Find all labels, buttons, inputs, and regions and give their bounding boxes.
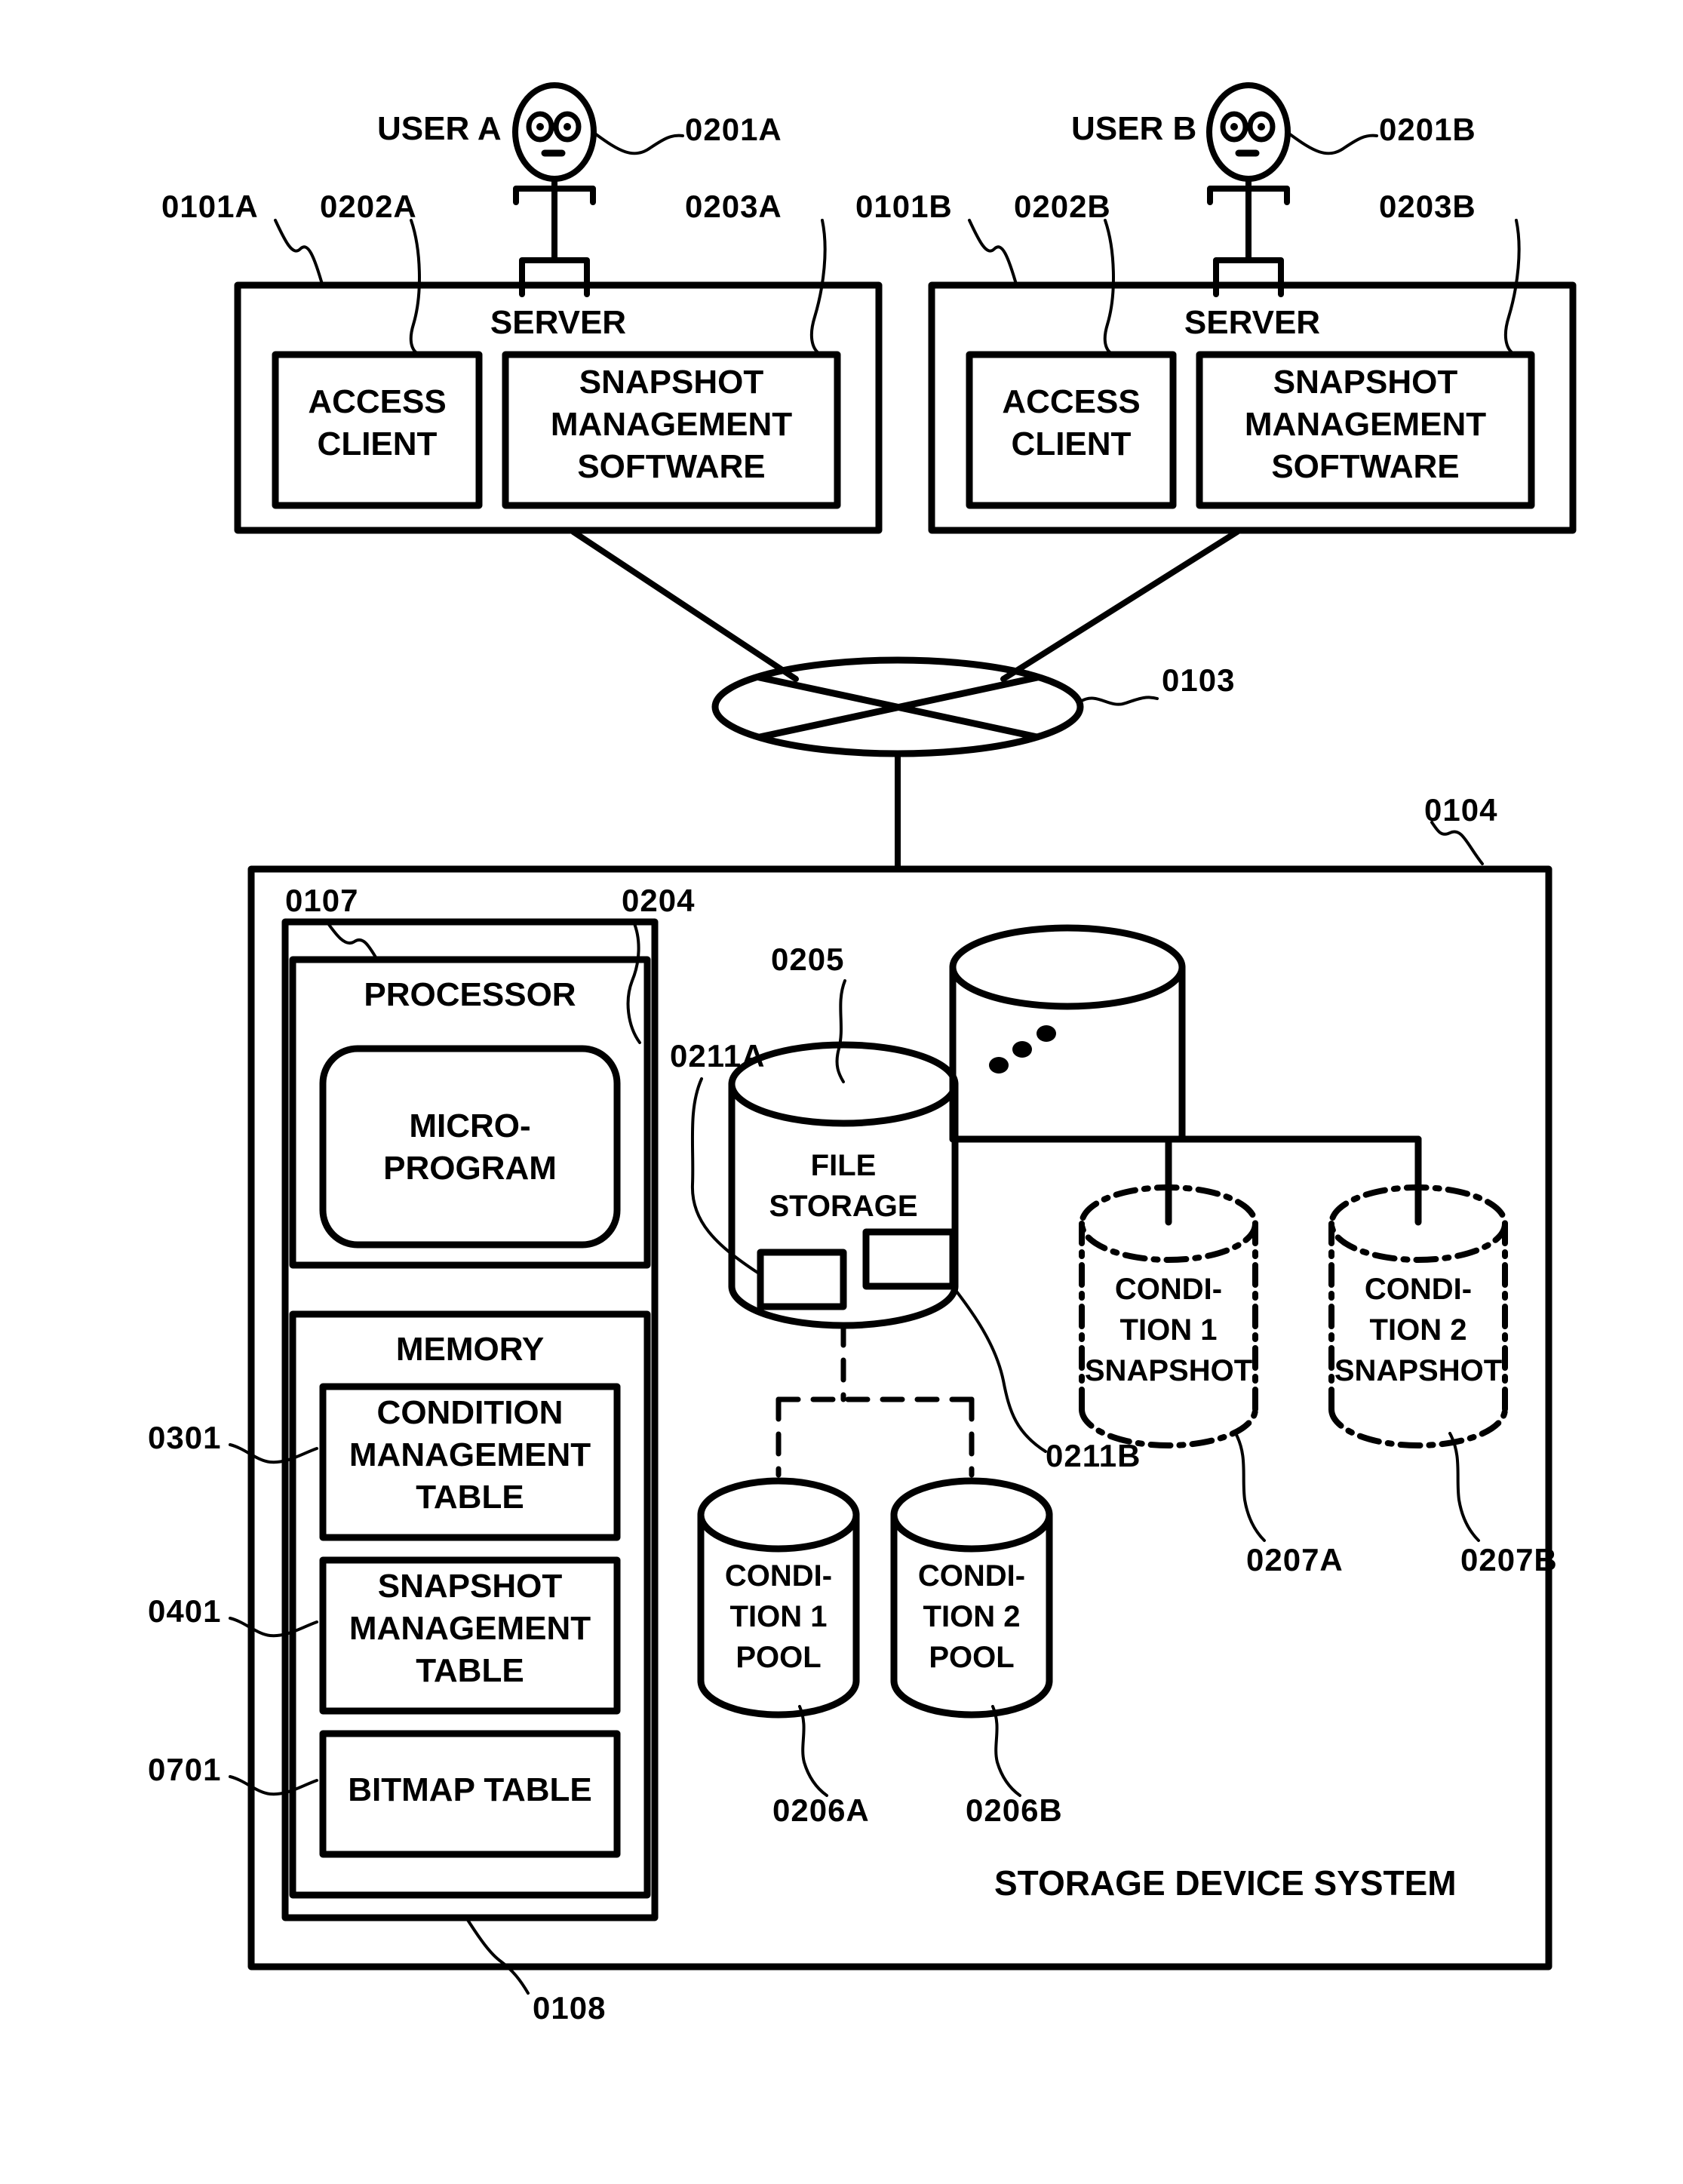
access-client-a-line2: CLIENT xyxy=(317,425,438,462)
condition-2-snapshot-line1: CONDI- xyxy=(1364,1273,1473,1306)
microprogram-line1: MICRO- xyxy=(409,1107,531,1144)
bitmap-table-line1: BITMAP TABLE xyxy=(348,1771,592,1808)
condition-1-pool-line1: CONDI- xyxy=(724,1559,833,1593)
snapshot-software-a-line2: MANAGEMENT xyxy=(550,406,793,443)
condition-management-table-ref: 0301 xyxy=(148,1420,222,1455)
condition-2-pool-line2: TION 2 xyxy=(923,1600,1021,1633)
access-client-a-ref: 0202A xyxy=(320,189,417,224)
processor-title: PROCESSOR xyxy=(364,976,576,1013)
access-client-b-ref: 0202B xyxy=(1014,189,1111,224)
access-client-b-line1: ACCESS xyxy=(1002,383,1141,420)
condition-1-snapshot-line2: TION 1 xyxy=(1119,1313,1218,1347)
microprogram-ref: 0204 xyxy=(622,883,696,918)
condition-1-pool-ref: 0206A xyxy=(772,1792,870,1828)
condition-2-pool-ref: 0206B xyxy=(966,1792,1063,1828)
condition-1-pool-line2: TION 1 xyxy=(729,1600,828,1633)
server-b-ref: 0101B xyxy=(855,189,953,224)
file-storage-line1: FILE xyxy=(810,1149,877,1182)
bitmap-table-ref: 0701 xyxy=(148,1752,222,1787)
snapshot-management-table-line3: TABLE xyxy=(416,1652,524,1689)
memory-title: MEMORY xyxy=(395,1331,545,1368)
network-switch xyxy=(711,656,1084,757)
file-storage-block-a-ref: 0211A xyxy=(670,1038,766,1074)
user-b-figure xyxy=(1206,82,1291,297)
condition-2-snapshot-line3: SNAPSHOT xyxy=(1334,1354,1503,1387)
user-b-label: USER B xyxy=(1071,110,1197,147)
condition-2-pool-line1: CONDI- xyxy=(917,1559,1026,1593)
condition-1-pool-cylinder xyxy=(697,1477,860,1719)
condition-2-snapshot-line2: TION 2 xyxy=(1369,1313,1467,1347)
snapshot-software-b-ref: 0203B xyxy=(1379,189,1476,224)
file-storage-ref: 0205 xyxy=(771,941,845,977)
snapshot-software-b-line3: SOFTWARE xyxy=(1271,448,1460,485)
processor-ref: 0107 xyxy=(285,883,359,918)
file-storage-cylinder xyxy=(728,1041,959,1329)
condition-management-table-line2: MANAGEMENT xyxy=(349,1436,591,1473)
condition-management-table-line3: TABLE xyxy=(416,1479,524,1516)
snapshot-management-table-line2: MANAGEMENT xyxy=(349,1610,591,1647)
condition-1-snapshot-line3: SNAPSHOT xyxy=(1084,1354,1253,1387)
condition-1-snapshot-line1: CONDI- xyxy=(1114,1273,1223,1306)
condition-2-snapshot-ref: 0207B xyxy=(1460,1542,1558,1577)
storage-system-title: STORAGE DEVICE SYSTEM xyxy=(994,1863,1457,1903)
file-storage-line2: STORAGE xyxy=(769,1190,918,1223)
microprogram-line2: PROGRAM xyxy=(383,1150,557,1187)
condition-2-pool-cylinder xyxy=(890,1477,1053,1719)
server-a-ref: 0101A xyxy=(161,189,259,224)
figure-linework xyxy=(229,82,1577,1995)
access-client-a-line1: ACCESS xyxy=(308,383,447,420)
user-a-figure xyxy=(512,82,597,297)
user-b-ref: 0201B xyxy=(1379,112,1476,147)
access-client-b-line2: CLIENT xyxy=(1011,425,1132,462)
patent-figure: USER A 0201A USER B 0201B 0101A 0202A 02… xyxy=(0,0,1683,2184)
controller-ref: 0108 xyxy=(533,1990,607,2026)
rear-storage-cylinder xyxy=(949,924,1186,1143)
server-a-title: SERVER xyxy=(490,304,627,341)
server-b-title: SERVER xyxy=(1184,304,1321,341)
network-ref: 0103 xyxy=(1162,662,1236,698)
file-storage-block-b-ref: 0211B xyxy=(1046,1438,1141,1473)
snapshot-management-table-ref: 0401 xyxy=(148,1593,222,1629)
condition-management-table-line1: CONDITION xyxy=(376,1394,564,1431)
snapshot-management-table-line1: SNAPSHOT xyxy=(377,1568,563,1605)
condition-2-pool-line3: POOL xyxy=(929,1641,1015,1674)
user-a-ref: 0201A xyxy=(685,112,782,147)
snapshot-software-b-line1: SNAPSHOT xyxy=(1273,364,1458,401)
user-a-label: USER A xyxy=(377,110,502,147)
condition-1-pool-line3: POOL xyxy=(736,1641,822,1674)
snapshot-software-b-line2: MANAGEMENT xyxy=(1244,406,1487,443)
condition-1-snapshot-ref: 0207A xyxy=(1246,1542,1344,1577)
storage-system-ref: 0104 xyxy=(1424,792,1498,828)
snapshot-software-a-line1: SNAPSHOT xyxy=(579,364,764,401)
snapshot-software-a-ref: 0203A xyxy=(685,189,782,224)
snapshot-software-a-line3: SOFTWARE xyxy=(577,448,766,485)
